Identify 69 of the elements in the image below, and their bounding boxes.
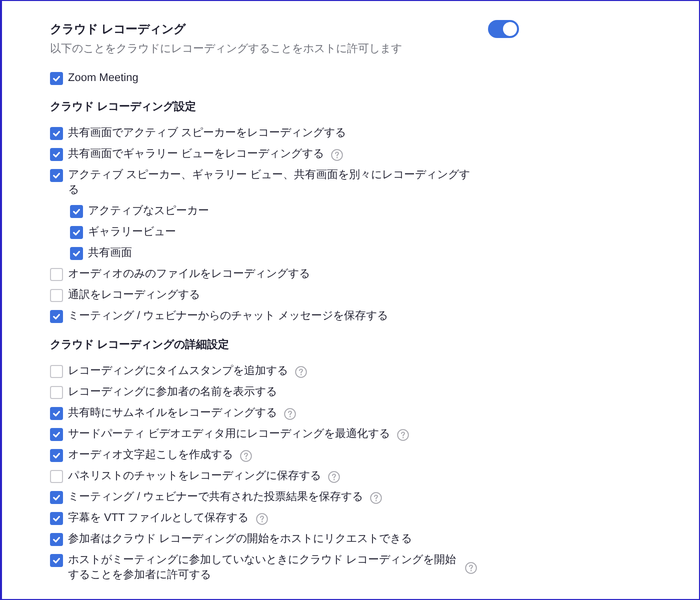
option-label: レコーディングに参加者の名前を表示する: [68, 385, 277, 400]
group-heading: クラウド レコーディングの詳細設定: [50, 338, 230, 353]
option-label: 字幕を VTT ファイルとして保存する: [68, 511, 249, 526]
checkmark-icon: [52, 430, 61, 439]
toggle-switch[interactable]: [488, 20, 519, 38]
checkmark-icon: [52, 409, 61, 418]
help-icon[interactable]: [240, 450, 252, 462]
option-label: アクティブなスピーカー: [88, 204, 209, 219]
checkmark-icon: [52, 493, 61, 502]
option-label: レコーディングにタイムスタンプを追加する: [68, 364, 288, 379]
group-heading: クラウド レコーディング設定: [50, 100, 196, 115]
option-label: サードパーティ ビデオエディタ用にレコーディングを最適化する: [68, 427, 390, 442]
checkbox[interactable]: [50, 554, 63, 567]
checkbox[interactable]: [50, 470, 63, 483]
checkbox[interactable]: [50, 310, 63, 323]
option-label: 共有時にサムネイルをレコーディングする: [68, 406, 277, 421]
option-label: アクティブ スピーカー、ギャラリー ビュー、共有画面を別々にレコーディングする: [68, 168, 472, 198]
checkbox[interactable]: [50, 268, 63, 281]
checkmark-icon: [52, 150, 61, 159]
checkbox[interactable]: [50, 289, 63, 302]
checkmark-icon: [72, 228, 81, 237]
option-label: 共有画面: [88, 246, 132, 261]
checkbox[interactable]: [50, 491, 63, 504]
checkbox[interactable]: [50, 365, 63, 378]
checkmark-icon: [52, 451, 61, 460]
checkmark-icon: [72, 207, 81, 216]
checkbox[interactable]: [50, 449, 63, 462]
checkmark-icon: [52, 74, 61, 83]
option-label: Zoom Meeting: [68, 71, 138, 86]
help-icon[interactable]: [256, 512, 268, 524]
option-label: 通訳をレコーディングする: [68, 288, 200, 303]
checkmark-icon: [72, 249, 81, 258]
option-label: 共有画面でギャラリー ビューをレコーディングする: [68, 147, 324, 162]
help-icon[interactable]: [328, 470, 340, 482]
option-label: ホストがミーティングに参加していないときにクラウド レコーディングを開始することを参加者に許可する: [68, 553, 458, 583]
checkmark-icon: [52, 129, 61, 138]
help-icon[interactable]: [284, 408, 296, 420]
checkbox[interactable]: [70, 205, 83, 218]
option-label: 参加者はクラウド レコーディングの開始をホストにリクエストできる: [68, 532, 412, 547]
help-icon[interactable]: [295, 366, 307, 378]
checkbox[interactable]: [50, 386, 63, 399]
checkbox[interactable]: [50, 169, 63, 182]
option-label: オーディオのみのファイルをレコーディングする: [68, 267, 310, 282]
help-icon[interactable]: [370, 492, 382, 504]
option-label: 共有画面でアクティブ スピーカーをレコーディングする: [68, 126, 346, 141]
checkbox[interactable]: [50, 407, 63, 420]
checkbox[interactable]: [50, 127, 63, 140]
checkbox[interactable]: [70, 247, 83, 260]
section-title: クラウド レコーディング: [50, 21, 187, 38]
checkmark-icon: [52, 312, 61, 321]
checkbox[interactable]: [50, 148, 63, 161]
checkmark-icon: [52, 556, 61, 565]
checkbox[interactable]: [50, 512, 63, 525]
checkbox[interactable]: [50, 72, 63, 85]
option-label: ミーティング / ウェビナーで共有された投票結果を保存する: [68, 490, 364, 505]
help-icon[interactable]: [331, 148, 344, 160]
checkmark-icon: [52, 514, 61, 523]
help-icon[interactable]: [465, 562, 477, 574]
help-icon[interactable]: [397, 428, 410, 440]
section-description: 以下のことをクラウドにレコーディングすることをホストに許可します: [50, 42, 402, 57]
option-label: ミーティング / ウェビナーからのチャット メッセージを保存する: [68, 309, 388, 324]
checkbox[interactable]: [50, 533, 63, 546]
option-label: パネリストのチャットをレコーディングに保存する: [68, 469, 321, 484]
option-label: ギャラリービュー: [88, 225, 176, 240]
checkmark-icon: [52, 171, 61, 180]
checkbox[interactable]: [50, 428, 63, 441]
option-label: オーディオ文字起こしを作成する: [68, 448, 233, 463]
checkmark-icon: [52, 535, 61, 544]
checkbox[interactable]: [70, 226, 83, 239]
